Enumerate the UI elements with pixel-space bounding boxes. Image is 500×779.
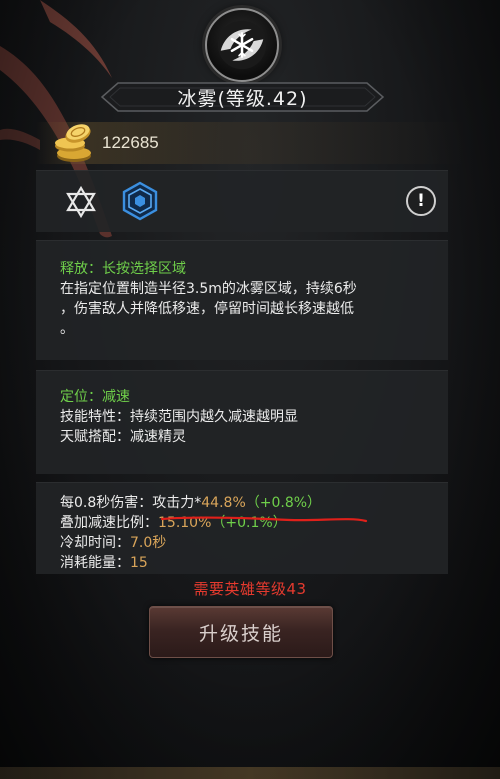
slow-label: 叠加减速比例： xyxy=(60,515,158,531)
cooldown-value: 7.0秒 xyxy=(130,535,167,551)
skill-stats-panel: 每0.8秒伤害：攻击力*44.8%（+0.8%） 叠加减速比例：15.10%（+… xyxy=(36,482,448,574)
gold-amount: 122685 xyxy=(102,133,159,152)
release-line-2: ，伤害敌人并降低移速，停留时间越长移速越低 xyxy=(60,301,354,317)
release-description-panel: 释放：长按选择区域 在指定位置制造半径3.5m的冰雾区域，持续6秒 ，伤害敌人并… xyxy=(36,240,448,360)
positioning-panel: 定位：减速 技能特性：持续范围内越久减速越明显 天赋搭配：减速精灵 xyxy=(36,370,448,474)
cost-label: 消耗能量： xyxy=(60,555,130,571)
damage-base: 攻击力* xyxy=(152,495,202,511)
position-heading: 定位：减速 xyxy=(60,389,130,405)
upgrade-skill-button[interactable]: 升级技能 xyxy=(149,606,333,658)
damage-label: 每0.8秒伤害： xyxy=(60,495,153,511)
gold-currency-row: 122685 xyxy=(36,122,466,164)
hero-level-requirement: 需要英雄等级43 xyxy=(193,580,307,598)
positioning-text: 定位：减速 技能特性：持续范围内越久减速越明显 天赋搭配：减速精灵 xyxy=(60,387,432,447)
skill-attributes-panel: ! xyxy=(36,170,448,232)
blue-hexagon-rune-icon xyxy=(122,181,158,221)
cooldown-stat: 冷却时间：7.0秒 xyxy=(60,533,432,553)
talent-match: 天赋搭配：减速精灵 xyxy=(60,429,186,445)
release-line-3: 。 xyxy=(60,321,74,337)
cost-stat: 消耗能量：15 xyxy=(60,553,432,573)
skill-title-banner: 冰雾(等级.42) xyxy=(100,80,385,114)
skill-trait: 技能特性：持续范围内越久减速越明显 xyxy=(60,409,298,425)
cost-value: 15 xyxy=(130,555,148,571)
skill-title: 冰雾(等级.42) xyxy=(177,87,308,110)
red-underline-annotation xyxy=(160,516,368,523)
info-button[interactable]: ! xyxy=(406,186,436,216)
gold-coins-icon xyxy=(55,124,91,162)
damage-value: 44.8% xyxy=(201,495,246,511)
star-of-david-icon xyxy=(66,185,96,219)
damage-stat: 每0.8秒伤害：攻击力*44.8%（+0.8%） xyxy=(60,493,432,513)
release-heading: 释放：长按选择区域 xyxy=(60,261,186,277)
skill-icon xyxy=(205,8,279,82)
bottom-bar xyxy=(0,767,500,779)
stats-text: 每0.8秒伤害：攻击力*44.8%（+0.8%） 叠加减速比例：15.10%（+… xyxy=(60,493,432,573)
cooldown-label: 冷却时间： xyxy=(60,535,130,551)
snowflake-icon xyxy=(217,20,267,70)
release-text: 释放：长按选择区域 在指定位置制造半径3.5m的冰雾区域，持续6秒 ，伤害敌人并… xyxy=(60,259,432,339)
damage-bonus: （+0.8%） xyxy=(245,495,322,511)
release-line-1: 在指定位置制造半径3.5m的冰雾区域，持续6秒 xyxy=(60,281,357,297)
